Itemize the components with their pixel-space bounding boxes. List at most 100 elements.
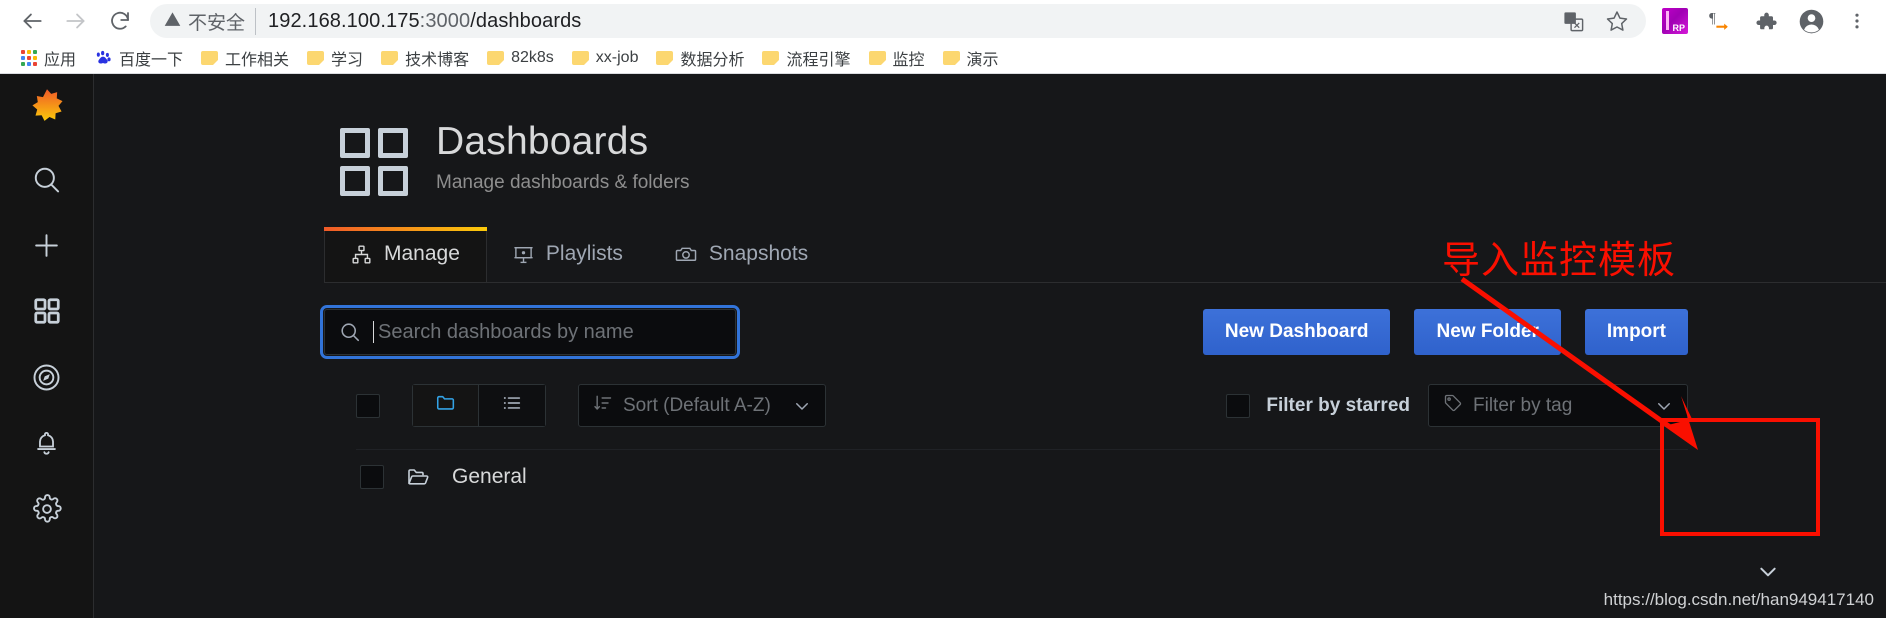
bookmark-process-engine[interactable]: 流程引擎 xyxy=(753,43,859,73)
folder-icon xyxy=(201,50,219,65)
profile-avatar-icon[interactable] xyxy=(1796,6,1826,36)
tab-label: Snapshots xyxy=(708,242,809,265)
bell-icon xyxy=(32,429,61,458)
tab-playlists[interactable]: Playlists xyxy=(487,227,649,282)
new-dashboard-button[interactable]: New Dashboard xyxy=(1202,309,1391,355)
filter-by-tag-select[interactable]: Filter by tag xyxy=(1428,384,1688,427)
sidebar-item-create[interactable] xyxy=(0,212,93,278)
folder-icon xyxy=(571,50,589,65)
search-icon xyxy=(339,321,361,343)
list-item[interactable]: General xyxy=(356,449,1688,503)
filter-starred-label: Filter by starred xyxy=(1266,394,1410,416)
browser-chrome: 不安全 192.168.100.175:3000/dashboards G RP… xyxy=(0,0,1886,74)
folder-icon xyxy=(487,50,505,65)
url-port: :3000 xyxy=(419,9,471,32)
reload-button[interactable] xyxy=(98,1,142,41)
url-text: 192.168.100.175:3000/dashboards xyxy=(268,10,581,33)
folder-name: General xyxy=(452,464,527,488)
bookmarks-bar: 应用 百度一下 工作相关 学习 技术博客 82k8s xx-job 数据分析 流… xyxy=(0,42,1886,74)
tab-manage[interactable]: Manage xyxy=(324,227,487,282)
bookmark-label: 数据分析 xyxy=(680,51,745,69)
folder-icon xyxy=(381,50,399,65)
page-subtitle: Manage dashboards & folders xyxy=(436,171,690,193)
gear-icon xyxy=(32,494,62,524)
sort-select[interactable]: Sort (Default A-Z) xyxy=(578,384,826,427)
filters-row: Sort (Default A-Z) Filter by starred Fil… xyxy=(94,384,1886,427)
page-header: Dashboards Manage dashboards & folders xyxy=(94,74,1886,196)
annotation-text: 导入监控模板 xyxy=(1442,238,1677,282)
dashboards-grid-icon xyxy=(32,296,62,326)
star-icon[interactable] xyxy=(1602,6,1632,36)
sidebar-item-alerting[interactable] xyxy=(0,410,93,476)
page-title: Dashboards xyxy=(436,120,649,163)
bookmark-baidu[interactable]: 百度一下 xyxy=(85,43,192,73)
bookmark-monitoring[interactable]: 监控 xyxy=(860,43,934,73)
search-icon xyxy=(31,164,62,195)
compass-icon xyxy=(31,362,62,393)
search-placeholder: Search dashboards by name xyxy=(378,320,634,343)
folder-icon xyxy=(942,50,960,65)
folder-list: General xyxy=(94,449,1886,503)
folder-icon xyxy=(435,392,457,419)
view-folders-button[interactable] xyxy=(412,384,479,427)
chevron-down-icon xyxy=(1655,397,1673,415)
back-button[interactable] xyxy=(10,1,54,41)
bookmark-xx-job[interactable]: xx-job xyxy=(563,46,648,70)
sort-label: Sort (Default A-Z) xyxy=(623,394,771,416)
pilcrow-arrow-icon[interactable]: ¶ xyxy=(1704,6,1734,36)
bookmark-label: 应用 xyxy=(44,51,77,69)
folder-checkbox[interactable] xyxy=(360,464,384,489)
puzzle-piece-icon[interactable] xyxy=(1750,6,1780,36)
view-list-button[interactable] xyxy=(479,384,546,427)
bookmark-label: 监控 xyxy=(892,51,925,69)
bookmark-label: xx-job xyxy=(595,48,639,66)
presentation-icon xyxy=(513,244,534,265)
main-content: Dashboards Manage dashboards & folders M… xyxy=(94,74,1886,618)
bookmark-data-analysis[interactable]: 数据分析 xyxy=(647,43,753,73)
bookmark-label: 学习 xyxy=(331,51,364,69)
warning-triangle-icon xyxy=(164,11,181,31)
sidebar-item-configuration[interactable] xyxy=(0,476,93,542)
bookmark-label: 工作相关 xyxy=(225,51,290,69)
extension-rp-icon[interactable]: RP xyxy=(1662,8,1688,34)
watermark-url: https://blog.csdn.net/han949417140 xyxy=(1603,590,1874,609)
plus-icon xyxy=(31,230,62,261)
select-all-checkbox[interactable] xyxy=(356,393,380,418)
back-arrow-icon xyxy=(19,8,45,34)
grafana-logo-icon xyxy=(24,88,70,143)
sidebar-logo[interactable] xyxy=(0,84,93,146)
bookmark-work[interactable]: 工作相关 xyxy=(192,43,298,73)
translate-icon[interactable]: G xyxy=(1558,6,1588,36)
sidebar-item-explore[interactable] xyxy=(0,344,93,410)
security-status-text: 不安全 xyxy=(188,7,257,35)
folder-icon xyxy=(762,50,780,65)
forward-button[interactable] xyxy=(54,1,98,41)
search-and-actions-row: Search dashboards by name New Dashboard … xyxy=(94,305,1886,359)
bookmark-study[interactable]: 学习 xyxy=(298,43,372,73)
sidebar-item-dashboards[interactable] xyxy=(0,278,93,344)
filter-starred-checkbox[interactable] xyxy=(1226,393,1251,418)
bookmark-apps[interactable]: 应用 xyxy=(12,43,85,73)
chevron-down-icon[interactable] xyxy=(1758,565,1778,584)
three-dot-menu-icon[interactable] xyxy=(1842,6,1872,36)
bookmark-label: 82k8s xyxy=(511,48,554,66)
forward-arrow-icon xyxy=(63,8,89,34)
tag-icon xyxy=(1443,393,1463,419)
tab-label: Playlists xyxy=(545,242,623,265)
chevron-down-icon xyxy=(793,397,811,415)
url-host: 192.168.100.175 xyxy=(268,9,420,32)
tag-placeholder: Filter by tag xyxy=(1473,394,1573,416)
bookmark-demo[interactable]: 演示 xyxy=(934,43,1008,73)
import-button[interactable]: Import xyxy=(1584,309,1688,355)
search-input[interactable]: Search dashboards by name xyxy=(320,305,740,359)
tab-snapshots[interactable]: Snapshots xyxy=(649,227,834,282)
import-highlight-box xyxy=(1660,418,1820,536)
bookmark-label: 演示 xyxy=(966,51,999,69)
extensions-toolbar: RP ¶ xyxy=(1652,6,1872,36)
bookmark-82k8s[interactable]: 82k8s xyxy=(478,46,563,70)
address-bar[interactable]: 不安全 192.168.100.175:3000/dashboards G xyxy=(150,4,1646,38)
baidu-icon xyxy=(94,50,112,66)
sidebar-item-search[interactable] xyxy=(0,146,93,212)
new-folder-button[interactable]: New Folder xyxy=(1414,309,1561,355)
bookmark-tech-blog[interactable]: 技术博客 xyxy=(372,43,478,73)
